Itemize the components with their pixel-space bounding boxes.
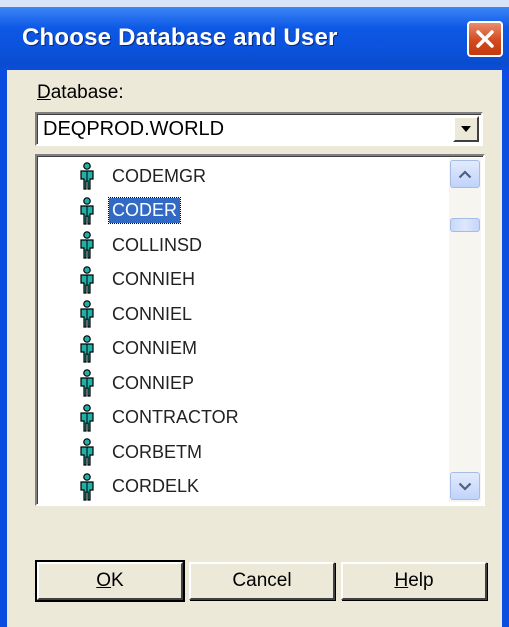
help-accelerator: H: [394, 570, 409, 591]
close-button[interactable]: [467, 21, 503, 57]
chevron-down-icon: [461, 126, 471, 132]
database-combobox-value: DEQPROD.WORLD: [43, 118, 225, 140]
dialog-window: Choose Database and User Database: DEQPR…: [0, 0, 509, 627]
list-item-label: CONTRACTOR: [112, 407, 239, 427]
dialog-title: Choose Database and User: [22, 24, 338, 51]
title-bar[interactable]: Choose Database and User: [0, 0, 509, 70]
chevron-up-icon: [458, 169, 472, 178]
list-item-label: COLLINSD: [112, 234, 203, 255]
database-label-accelerator: D: [37, 82, 51, 103]
scroll-up-button[interactable]: [450, 160, 480, 188]
user-icon: [77, 196, 97, 225]
list-item[interactable]: CONNIEH: [77, 264, 198, 296]
list-item-label: CODEMGR: [112, 165, 206, 186]
cancel-button[interactable]: Cancel: [189, 562, 335, 600]
ok-button[interactable]: OK: [35, 560, 185, 602]
user-icon: [77, 231, 97, 259]
help-label: elp: [408, 570, 434, 591]
list-item-label: CORDELK: [112, 476, 200, 496]
vertical-scrollbar[interactable]: [449, 158, 481, 502]
list-item-label: CODER: [107, 197, 182, 224]
list-item[interactable]: CONTRACTOR: [77, 402, 242, 434]
database-label: Database:: [37, 82, 124, 104]
user-listbox[interactable]: CODEMGR CODER COLLINSD CONNIEH CONNIEL CONNIE…: [35, 154, 485, 506]
list-item-label: CONNIEM: [112, 338, 197, 358]
list-item[interactable]: CONNIEL: [77, 298, 195, 330]
scroll-thumb[interactable]: [450, 218, 480, 232]
close-icon: [476, 30, 494, 48]
list-item[interactable]: CORBETM: [77, 436, 205, 468]
ok-label: K: [111, 570, 124, 591]
user-icon: [77, 369, 97, 397]
user-icon: [77, 403, 97, 432]
scroll-down-button[interactable]: [450, 472, 480, 500]
user-icon: [77, 334, 97, 363]
user-icon: [77, 162, 97, 190]
cancel-label: Cancel: [232, 570, 292, 591]
help-button[interactable]: Help: [341, 562, 487, 600]
user-icon: [77, 300, 97, 328]
list-item[interactable]: CORDELK: [77, 471, 202, 503]
list-item-label: CORBETM: [112, 441, 202, 462]
list-item[interactable]: CONNIEP: [77, 367, 197, 399]
user-icon: [77, 265, 97, 294]
database-label-text: atabase:: [50, 82, 124, 103]
list-item[interactable]: CODEMGR: [77, 160, 209, 192]
list-item-label: CONNIEP: [112, 372, 195, 393]
chevron-down-icon: [458, 482, 472, 491]
database-dropdown-button[interactable]: [453, 116, 479, 142]
database-combobox[interactable]: DEQPROD.WORLD: [35, 112, 483, 146]
list-item[interactable]: CODER: [77, 195, 182, 227]
ok-accelerator: O: [96, 570, 112, 591]
user-icon: [77, 438, 97, 466]
user-icon: [77, 472, 97, 501]
list-item-label: CONNIEH: [112, 269, 196, 289]
list-item[interactable]: COLLINSD: [77, 229, 205, 261]
list-item-label: CONNIEL: [112, 303, 193, 324]
list-item[interactable]: CONNIEM: [77, 333, 200, 365]
dialog-body: Database: DEQPROD.WORLD CODEMGR CODER COLL…: [7, 70, 502, 627]
